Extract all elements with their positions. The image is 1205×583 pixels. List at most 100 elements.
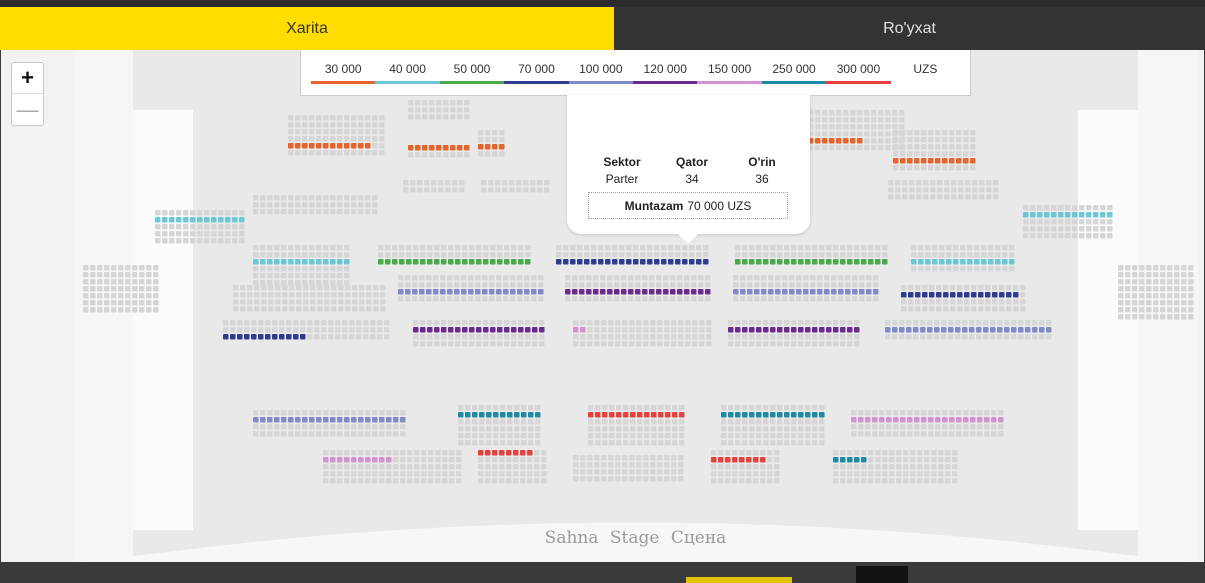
seat[interactable]: [1107, 226, 1113, 232]
seat[interactable]: [965, 187, 971, 193]
seat[interactable]: [586, 296, 592, 302]
seat[interactable]: [162, 238, 168, 244]
seat[interactable]: [424, 187, 430, 193]
seat[interactable]: [1125, 265, 1131, 271]
seat[interactable]: [970, 410, 976, 416]
seat[interactable]: [642, 289, 648, 295]
seat[interactable]: [442, 471, 448, 477]
seat[interactable]: [1044, 233, 1050, 239]
seat[interactable]: [251, 327, 257, 333]
seat[interactable]: [999, 285, 1005, 291]
seat[interactable]: [595, 440, 601, 446]
seat[interactable]: [733, 275, 739, 281]
seat[interactable]: [211, 231, 217, 237]
seat[interactable]: [893, 431, 899, 437]
seat[interactable]: [847, 245, 853, 251]
seat[interactable]: [927, 334, 933, 340]
seat[interactable]: [735, 426, 741, 432]
seat[interactable]: [1030, 226, 1036, 232]
seat[interactable]: [335, 327, 341, 333]
seat[interactable]: [921, 137, 927, 143]
seat[interactable]: [457, 145, 463, 151]
seat[interactable]: [541, 450, 547, 456]
seat[interactable]: [852, 282, 858, 288]
seat[interactable]: [850, 117, 856, 123]
seat[interactable]: [1051, 233, 1057, 239]
seat[interactable]: [885, 145, 891, 151]
seat[interactable]: [957, 306, 963, 312]
seat[interactable]: [630, 426, 636, 432]
seat[interactable]: [843, 145, 849, 151]
seat[interactable]: [909, 180, 915, 186]
seat[interactable]: [698, 296, 704, 302]
seat[interactable]: [857, 124, 863, 130]
seat[interactable]: [838, 282, 844, 288]
seat[interactable]: [1058, 219, 1064, 225]
seat[interactable]: [907, 151, 913, 157]
seat[interactable]: [985, 285, 991, 291]
seat[interactable]: [836, 124, 842, 130]
seat[interactable]: [924, 464, 930, 470]
seat[interactable]: [468, 289, 474, 295]
seat[interactable]: [1118, 300, 1124, 306]
seat[interactable]: [798, 259, 804, 265]
seat[interactable]: [1188, 279, 1194, 285]
seat[interactable]: [949, 137, 955, 143]
seat[interactable]: [372, 195, 378, 201]
seat[interactable]: [295, 143, 301, 149]
seat[interactable]: [896, 478, 902, 484]
seat[interactable]: [1044, 205, 1050, 211]
seat[interactable]: [316, 280, 322, 286]
seat[interactable]: [412, 275, 418, 281]
seat[interactable]: [314, 334, 320, 340]
seat[interactable]: [309, 252, 315, 258]
seat[interactable]: [963, 130, 969, 136]
seat[interactable]: [232, 238, 238, 244]
seat[interactable]: [573, 334, 579, 340]
seat[interactable]: [465, 433, 471, 439]
seat[interactable]: [281, 195, 287, 201]
seat[interactable]: [623, 405, 629, 411]
seat[interactable]: [456, 457, 462, 463]
seat[interactable]: [331, 306, 337, 312]
seat[interactable]: [969, 334, 975, 340]
seat[interactable]: [1125, 293, 1131, 299]
seat[interactable]: [330, 471, 336, 477]
seat[interactable]: [763, 327, 769, 333]
seat[interactable]: [981, 266, 987, 272]
seat[interactable]: [950, 292, 956, 298]
seat[interactable]: [544, 187, 550, 193]
seat[interactable]: [580, 320, 586, 326]
seat[interactable]: [721, 412, 727, 418]
seat[interactable]: [942, 165, 948, 171]
seat[interactable]: [358, 450, 364, 456]
seat[interactable]: [1181, 314, 1187, 320]
seat[interactable]: [699, 327, 705, 333]
seat[interactable]: [907, 424, 913, 430]
seat[interactable]: [539, 334, 545, 340]
seat[interactable]: [756, 426, 762, 432]
seat[interactable]: [337, 195, 343, 201]
seat[interactable]: [139, 307, 145, 313]
seat[interactable]: [888, 180, 894, 186]
seat[interactable]: [882, 450, 888, 456]
seat[interactable]: [447, 282, 453, 288]
seat[interactable]: [197, 210, 203, 216]
seat[interactable]: [914, 424, 920, 430]
seat[interactable]: [935, 137, 941, 143]
seat[interactable]: [798, 440, 804, 446]
seat[interactable]: [482, 289, 488, 295]
seat[interactable]: [761, 289, 767, 295]
seat[interactable]: [742, 327, 748, 333]
seat[interactable]: [878, 131, 884, 137]
seat[interactable]: [556, 245, 562, 251]
seat[interactable]: [254, 306, 260, 312]
seat[interactable]: [309, 136, 315, 142]
seat[interactable]: [595, 419, 601, 425]
seat[interactable]: [90, 279, 96, 285]
seat[interactable]: [893, 151, 899, 157]
seat[interactable]: [485, 457, 491, 463]
seat[interactable]: [649, 275, 655, 281]
seat[interactable]: [952, 457, 958, 463]
seat[interactable]: [859, 282, 865, 288]
